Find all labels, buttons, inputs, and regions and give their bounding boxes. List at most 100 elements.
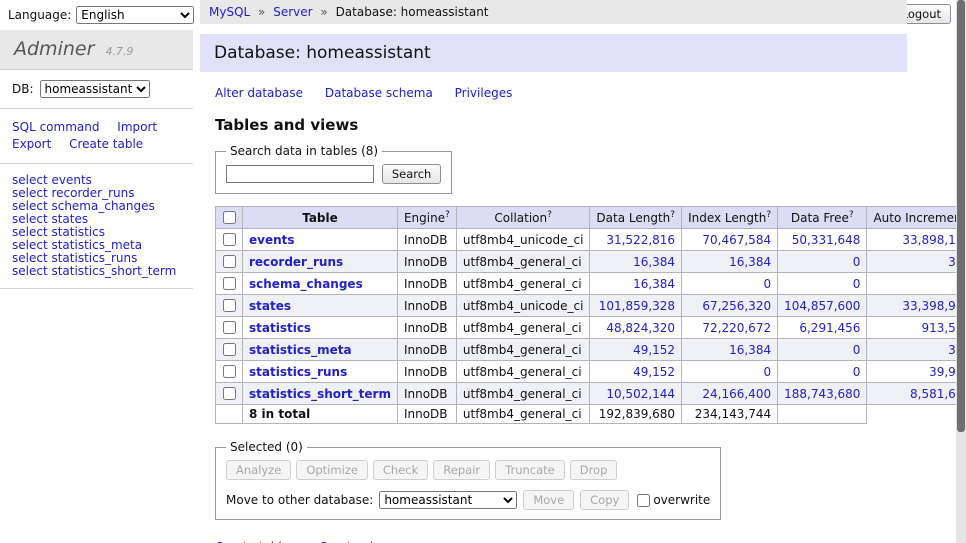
select-all-cell — [216, 207, 243, 229]
index-length-link[interactable]: 67,256,320 — [702, 299, 771, 313]
col-header-data-free: Data Free? — [778, 207, 867, 229]
sidebar-item-import[interactable]: Import — [117, 120, 157, 134]
optimize-button[interactable]: Optimize — [296, 460, 368, 480]
search-input[interactable] — [226, 165, 374, 183]
table-name-cell: statistics_meta — [243, 339, 398, 361]
sidebar-select-statistics[interactable]: select statistics — [12, 225, 105, 239]
sidebar-select-recorder-runs[interactable]: select recorder_runs — [12, 186, 135, 200]
row-checkbox[interactable] — [223, 365, 236, 378]
table-name-link[interactable]: states — [249, 299, 291, 313]
select-all-checkbox[interactable] — [223, 211, 236, 224]
overwrite-checkbox[interactable] — [637, 494, 650, 507]
drop-button[interactable]: Drop — [570, 460, 618, 480]
index-length-link[interactable]: 0 — [763, 277, 771, 291]
data-free-link[interactable]: 6,291,456 — [799, 321, 860, 335]
index-length-link[interactable]: 72,220,672 — [702, 321, 771, 335]
repair-button[interactable]: Repair — [433, 460, 490, 480]
data-free-link[interactable]: 50,331,648 — [792, 233, 861, 247]
sidebar-item-export[interactable]: Export — [12, 137, 51, 151]
check-button[interactable]: Check — [373, 460, 428, 480]
total-index-length-cell: 234,143,744 — [682, 405, 778, 424]
data-free-cell: 0 — [778, 251, 867, 273]
alter-database-link[interactable]: Alter database — [215, 86, 303, 100]
database-schema-link[interactable]: Database schema — [325, 86, 433, 100]
breadcrumb-server-link[interactable]: Server — [273, 5, 312, 19]
data-length-link[interactable]: 16,384 — [633, 255, 675, 269]
total-engine-cell: InnoDB — [397, 405, 456, 424]
total-collation-cell: utf8mb4_general_ci — [456, 405, 590, 424]
row-checkbox[interactable] — [223, 299, 236, 312]
index-length-link[interactable]: 70,467,584 — [702, 233, 771, 247]
breadcrumb-mysql-link[interactable]: MySQL — [209, 5, 250, 19]
vertical-scrollbar[interactable] — [956, 0, 966, 543]
data-free-link[interactable]: 0 — [853, 255, 861, 269]
search-button[interactable]: Search — [382, 164, 442, 184]
table-row: statistics_meta InnoDB utf8mb4_general_c… — [216, 339, 966, 361]
table-name-cell: recorder_runs — [243, 251, 398, 273]
copy-button[interactable]: Copy — [580, 490, 629, 510]
col-header-label: Index Length — [688, 211, 766, 225]
collation-cell: utf8mb4_unicode_ci — [456, 229, 590, 251]
data-length-link[interactable]: 16,384 — [633, 277, 675, 291]
data-length-link[interactable]: 49,152 — [633, 343, 675, 357]
language-select[interactable]: English — [76, 6, 194, 24]
privileges-link[interactable]: Privileges — [455, 86, 513, 100]
row-checkbox[interactable] — [223, 343, 236, 356]
row-select-cell — [216, 273, 243, 295]
data-length-link[interactable]: 31,522,816 — [606, 233, 675, 247]
page-title: Database: homeassistant — [200, 34, 907, 72]
scrollbar-thumb[interactable] — [957, 0, 965, 432]
data-free-link[interactable]: 0 — [853, 343, 861, 357]
help-icon: ? — [670, 210, 675, 220]
data-free-cell: 0 — [778, 339, 867, 361]
sidebar-item-sql-command[interactable]: SQL command — [12, 120, 99, 134]
col-header-index-length: Index Length? — [682, 207, 778, 229]
data-length-link[interactable]: 101,859,328 — [599, 299, 675, 313]
move-db-select[interactable]: homeassistant — [379, 491, 517, 509]
data-free-link[interactable]: 0 — [853, 277, 861, 291]
row-checkbox[interactable] — [223, 233, 236, 246]
sidebar-select-statistics-short-term[interactable]: select statistics_short_term — [12, 264, 176, 278]
adminer-page: Language: English Logout Adminer 4.7.9 D… — [0, 0, 966, 543]
data-length-link[interactable]: 49,152 — [633, 365, 675, 379]
index-length-cell: 67,256,320 — [682, 295, 778, 317]
table-name-link[interactable]: statistics_meta — [249, 343, 352, 357]
adminer-home-link[interactable]: Adminer — [14, 38, 94, 60]
analyze-button[interactable]: Analyze — [226, 460, 291, 480]
data-free-link[interactable]: 104,857,600 — [784, 299, 860, 313]
total-data-length-cell: 192,839,680 — [590, 405, 682, 424]
table-name-link[interactable]: schema_changes — [249, 277, 363, 291]
sidebar-item-create-table[interactable]: Create table — [69, 137, 143, 151]
table-name-link[interactable]: statistics_short_term — [249, 387, 391, 401]
row-checkbox[interactable] — [223, 255, 236, 268]
collation-cell: utf8mb4_general_ci — [456, 383, 590, 405]
truncate-button[interactable]: Truncate — [495, 460, 565, 480]
index-length-link[interactable]: 16,384 — [729, 255, 771, 269]
sidebar-select-events[interactable]: select events — [12, 173, 92, 187]
data-length-link[interactable]: 10,502,144 — [606, 387, 675, 401]
move-button[interactable]: Move — [523, 490, 574, 510]
index-length-link[interactable]: 16,384 — [729, 343, 771, 357]
row-select-cell — [216, 229, 243, 251]
index-length-link[interactable]: 24,166,400 — [702, 387, 771, 401]
row-checkbox[interactable] — [223, 277, 236, 290]
sidebar-select-statistics-runs[interactable]: select statistics_runs — [12, 251, 137, 265]
row-checkbox[interactable] — [223, 321, 236, 334]
index-length-link[interactable]: 0 — [763, 365, 771, 379]
data-free-link[interactable]: 188,743,680 — [784, 387, 860, 401]
sidebar-select-statistics-meta[interactable]: select statistics_meta — [12, 238, 142, 252]
table-name-link[interactable]: recorder_runs — [249, 255, 343, 269]
data-length-link[interactable]: 48,824,320 — [606, 321, 675, 335]
row-checkbox[interactable] — [223, 387, 236, 400]
table-name-link[interactable]: statistics_runs — [249, 365, 347, 379]
table-name-link[interactable]: events — [249, 233, 295, 247]
col-header-label: Engine — [404, 211, 445, 225]
row-select-cell — [216, 251, 243, 273]
col-header-engine: Engine? — [397, 207, 456, 229]
data-free-link[interactable]: 0 — [853, 365, 861, 379]
db-select[interactable]: homeassistant — [40, 80, 150, 98]
table-name-link[interactable]: statistics — [249, 321, 311, 335]
content-body: Alter database Database schema Privilege… — [200, 86, 907, 543]
sidebar-select-states[interactable]: select states — [12, 212, 88, 226]
sidebar-select-schema-changes[interactable]: select schema_changes — [12, 199, 155, 213]
